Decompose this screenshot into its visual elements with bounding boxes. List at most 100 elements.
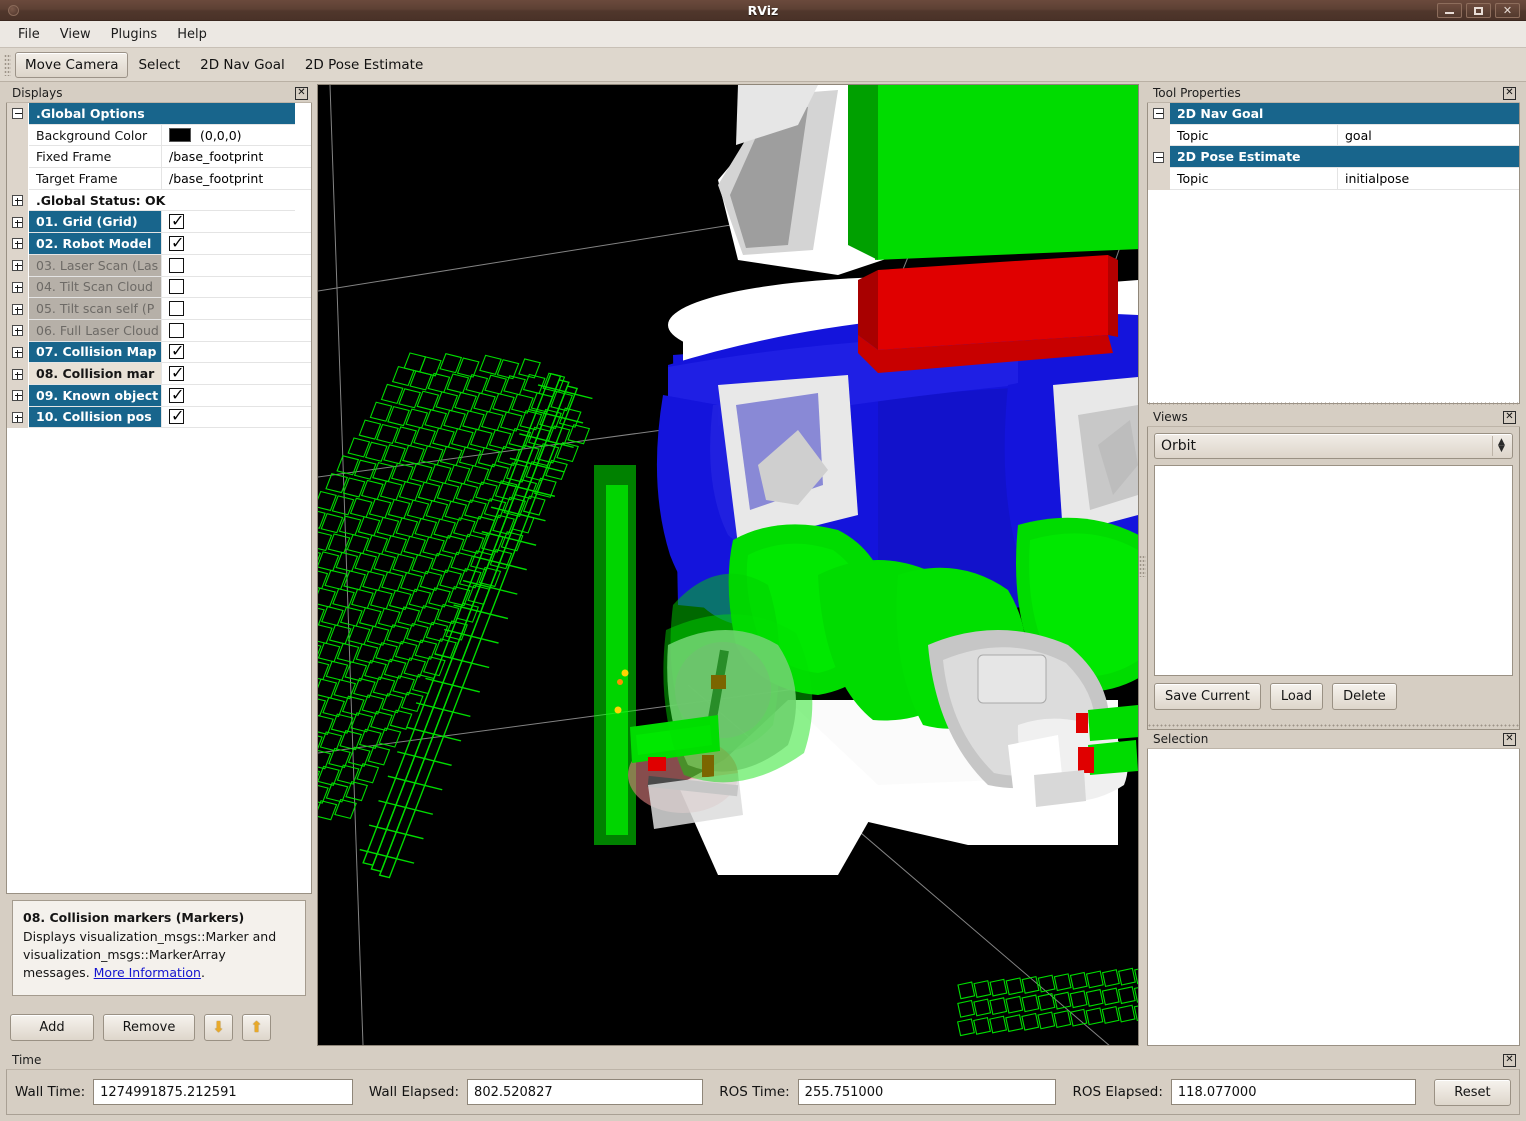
tree-enable-cell[interactable] [162, 254, 311, 277]
tree-enable-cell[interactable] [162, 384, 311, 407]
tool-properties-tree[interactable]: 2D Nav Goal Topic goal 2D Pose Estimate … [1147, 103, 1520, 404]
expand-icon[interactable] [12, 303, 23, 315]
reset-time-button[interactable]: Reset [1433, 1078, 1511, 1106]
display-enable-checkbox[interactable] [169, 301, 184, 317]
remove-display-button[interactable]: Remove [103, 1013, 195, 1041]
toolbar-drag-handle[interactable] [4, 53, 11, 76]
tool-2d-nav-goal[interactable]: 2D Nav Goal [190, 52, 295, 78]
tool-select[interactable]: Select [128, 52, 190, 78]
expander-cell[interactable] [1148, 103, 1170, 125]
display-enable-checkbox[interactable] [169, 233, 184, 252]
expand-icon[interactable] [12, 325, 23, 337]
save-current-view-button[interactable]: Save Current [1154, 683, 1261, 710]
view-mode-select[interactable]: Orbit ▲ ▼ [1154, 433, 1513, 459]
tree-row-display-04[interactable]: 04. Tilt Scan Cloud [7, 276, 311, 299]
dock-splitter-center-right[interactable] [1139, 555, 1146, 577]
tool-group-2d-pose-estimate[interactable]: 2D Pose Estimate [1148, 146, 1519, 169]
tree-enable-cell[interactable] [162, 341, 311, 364]
tree-row-global-options[interactable]: .Global Options [7, 103, 311, 125]
tree-row-display-05[interactable]: 05. Tilt scan self (P [7, 298, 311, 320]
tool-group-2d-nav-goal[interactable]: 2D Nav Goal [1148, 103, 1519, 125]
tree-enable-cell[interactable] [162, 233, 311, 255]
expand-icon[interactable] [12, 411, 23, 423]
display-enable-checkbox[interactable] [169, 279, 184, 295]
expander-cell[interactable] [7, 406, 29, 429]
more-information-link[interactable]: More Information [94, 965, 201, 980]
tool-move-camera[interactable]: Move Camera [15, 51, 129, 78]
move-display-up-button[interactable]: ⬆ [242, 1013, 271, 1041]
tree-row-global-status[interactable]: .Global Status: OK [7, 189, 311, 212]
dock-splitter-tool-views[interactable] [1147, 400, 1520, 407]
selection-list[interactable] [1147, 749, 1520, 1046]
time-close-icon[interactable]: ✕ [1503, 1053, 1516, 1067]
tree-value-cell[interactable]: (0,0,0) [162, 124, 311, 147]
expand-icon[interactable] [12, 260, 23, 272]
expand-icon[interactable] [12, 281, 23, 293]
delete-view-button[interactable]: Delete [1332, 683, 1397, 710]
ros-elapsed-field[interactable]: 118.077000 [1170, 1079, 1416, 1105]
tree-row-display-02[interactable]: 02. Robot Model [7, 233, 311, 255]
tree-row-display-08[interactable]: 08. Collision mar [7, 363, 311, 385]
expander-cell[interactable] [7, 254, 29, 277]
display-enable-checkbox[interactable] [169, 322, 184, 338]
expander-cell[interactable] [1148, 146, 1170, 169]
tree-row-target-frame[interactable]: Target Frame /base_footprint [7, 168, 311, 190]
tree-row-display-10[interactable]: 10. Collision pos [7, 406, 311, 429]
background-color-swatch[interactable] [169, 128, 191, 143]
display-enable-checkbox[interactable] [169, 211, 184, 230]
tree-enable-cell[interactable] [162, 363, 311, 385]
expander-cell[interactable] [7, 189, 29, 212]
display-enable-checkbox[interactable] [169, 363, 184, 382]
menu-view[interactable]: View [50, 24, 101, 45]
tree-enable-cell[interactable] [162, 319, 311, 342]
tree-enable-cell[interactable] [162, 211, 311, 234]
chevron-updown-icon[interactable]: ▲ ▼ [1492, 436, 1506, 456]
window-close-button[interactable]: ✕ [1495, 3, 1520, 18]
menu-file[interactable]: File [8, 24, 50, 45]
target-frame-value[interactable]: /base_footprint [162, 168, 311, 190]
expand-icon[interactable] [12, 346, 23, 358]
expander-cell[interactable] [7, 103, 29, 125]
collapse-icon[interactable] [12, 108, 23, 120]
tree-row-display-07[interactable]: 07. Collision Map [7, 341, 311, 364]
property-value[interactable]: goal [1338, 125, 1519, 147]
tree-row-background-color[interactable]: Background Color (0,0,0) [7, 124, 311, 147]
property-value[interactable]: initialpose [1338, 168, 1519, 190]
tree-row-fixed-frame[interactable]: Fixed Frame /base_footprint [7, 146, 311, 169]
window-maximize-button[interactable] [1466, 3, 1491, 18]
display-enable-checkbox[interactable] [169, 385, 184, 404]
tree-row-display-03[interactable]: 03. Laser Scan (Las [7, 254, 311, 277]
expand-icon[interactable] [12, 390, 23, 402]
ros-time-field[interactable]: 255.751000 [797, 1079, 1057, 1105]
expand-icon[interactable] [12, 368, 23, 380]
render-viewport-3d[interactable] [317, 84, 1139, 1046]
wall-elapsed-field[interactable]: 802.520827 [467, 1079, 704, 1105]
expander-cell[interactable] [7, 363, 29, 385]
expander-cell[interactable] [7, 276, 29, 299]
tree-enable-cell[interactable] [162, 276, 311, 299]
expander-cell[interactable] [7, 211, 29, 234]
saved-views-list[interactable] [1154, 465, 1513, 676]
collapse-icon[interactable] [1153, 108, 1165, 120]
menu-plugins[interactable]: Plugins [101, 24, 168, 45]
dock-splitter-views-selection[interactable] [1147, 722, 1520, 729]
expander-cell[interactable] [7, 341, 29, 364]
window-minimize-button[interactable] [1437, 3, 1462, 18]
displays-tree[interactable]: .Global Options Background Color (0,0,0)… [6, 103, 312, 894]
collapse-icon[interactable] [1153, 151, 1165, 163]
tree-row-display-09[interactable]: 09. Known object [7, 384, 311, 407]
display-enable-checkbox[interactable] [169, 257, 184, 273]
move-display-down-button[interactable]: ⬇ [204, 1013, 233, 1041]
fixed-frame-value[interactable]: /base_footprint [162, 146, 311, 169]
display-enable-checkbox[interactable] [169, 342, 184, 360]
load-view-button[interactable]: Load [1269, 683, 1324, 710]
tool-properties-close-icon[interactable]: ✕ [1503, 86, 1516, 100]
expander-cell[interactable] [7, 298, 29, 320]
expand-icon[interactable] [12, 195, 23, 207]
tool-row-pose-estimate-topic[interactable]: Topic initialpose [1148, 168, 1519, 190]
expander-cell[interactable] [7, 319, 29, 342]
tree-row-display-06[interactable]: 06. Full Laser Cloud [7, 319, 311, 342]
wall-time-field[interactable]: 1274991875.212591 [93, 1079, 353, 1105]
expand-icon[interactable] [12, 216, 23, 228]
expand-icon[interactable] [12, 238, 23, 250]
